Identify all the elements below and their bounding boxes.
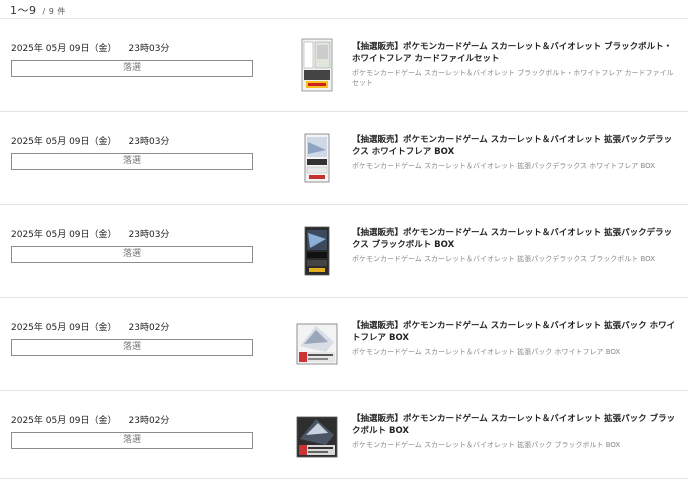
entry-date: 2025年 05月 09日（金） bbox=[11, 137, 117, 147]
product-image[interactable] bbox=[296, 130, 338, 186]
entry-time: 23時03分 bbox=[128, 137, 170, 147]
product-title[interactable]: 【抽選販売】ポケモンカードゲーム スカーレット＆バイオレット 拡張パック ブラッ… bbox=[352, 413, 680, 437]
product-title[interactable]: 【抽選販売】ポケモンカードゲーム スカーレット＆バイオレット 拡張パック ホワイ… bbox=[352, 320, 680, 344]
product-title[interactable]: 【抽選販売】ポケモンカードゲーム スカーレット＆バイオレット ブラックボルト・ホ… bbox=[352, 41, 680, 65]
result-status-box: 落選 bbox=[11, 246, 253, 263]
entry-date: 2025年 05月 09日（金） bbox=[11, 416, 117, 426]
entry-time: 23時03分 bbox=[128, 230, 170, 240]
list-item: 2025年 05月 09日（金） 23時03分 落選 【抽選販売】ポケモンカードゲ… bbox=[0, 18, 688, 111]
product-image[interactable] bbox=[296, 409, 338, 465]
entry-date: 2025年 05月 09日（金） bbox=[11, 323, 117, 333]
entry-datetime: 2025年 05月 09日（金） 23時03分 bbox=[11, 134, 169, 147]
list-item: 2025年 05月 09日（金） 23時02分 落選 【抽選販売】ポケモンカードゲ… bbox=[0, 297, 688, 390]
product-info: 【抽選販売】ポケモンカードゲーム スカーレット＆バイオレット 拡張パック ブラッ… bbox=[352, 413, 680, 450]
list-divider bbox=[0, 478, 688, 479]
list-item: 2025年 05月 09日（金） 23時02分 落選 【抽選販売】ポケモンカードゲ… bbox=[0, 390, 688, 483]
product-info: 【抽選販売】ポケモンカードゲーム スカーレット＆バイオレット 拡張パック ホワイ… bbox=[352, 320, 680, 357]
product-image[interactable] bbox=[296, 223, 338, 279]
product-subtitle: ポケモンカードゲーム スカーレット＆バイオレット 拡張パック ブラックボルト B… bbox=[352, 441, 621, 449]
entry-datetime: 2025年 05月 09日（金） 23時02分 bbox=[11, 413, 169, 426]
result-status-box: 落選 bbox=[11, 60, 253, 77]
result-status-box: 落選 bbox=[11, 432, 253, 449]
result-status-box: 落選 bbox=[11, 339, 253, 356]
entry-date: 2025年 05月 09日（金） bbox=[11, 230, 117, 240]
result-range: 1～9 bbox=[10, 4, 37, 17]
result-count: 1～9 / 9 件 bbox=[10, 2, 66, 18]
entry-time: 23時02分 bbox=[128, 416, 170, 426]
result-total: / 9 件 bbox=[42, 7, 66, 16]
product-info: 【抽選販売】ポケモンカードゲーム スカーレット＆バイオレット ブラックボルト・ホ… bbox=[352, 41, 680, 88]
product-info: 【抽選販売】ポケモンカードゲーム スカーレット＆バイオレット 拡張パックデラック… bbox=[352, 134, 680, 171]
product-image[interactable] bbox=[296, 316, 338, 372]
entry-datetime: 2025年 05月 09日（金） 23時03分 bbox=[11, 41, 169, 54]
product-subtitle: ポケモンカードゲーム スカーレット＆バイオレット 拡張パックデラックス ブラック… bbox=[352, 255, 656, 263]
entry-datetime: 2025年 05月 09日（金） 23時02分 bbox=[11, 320, 169, 333]
entry-time: 23時02分 bbox=[128, 323, 170, 333]
list-item: 2025年 05月 09日（金） 23時03分 落選 【抽選販売】ポケモンカードゲ… bbox=[0, 204, 688, 297]
lottery-history-list: 2025年 05月 09日（金） 23時03分 落選 【抽選販売】ポケモンカードゲ… bbox=[0, 18, 688, 483]
product-image[interactable] bbox=[296, 37, 338, 93]
list-item: 2025年 05月 09日（金） 23時03分 落選 【抽選販売】ポケモンカードゲ… bbox=[0, 111, 688, 204]
product-subtitle: ポケモンカードゲーム スカーレット＆バイオレット 拡張パック ホワイトフレア B… bbox=[352, 348, 621, 356]
product-subtitle: ポケモンカードゲーム スカーレット＆バイオレット 拡張パックデラックス ホワイト… bbox=[352, 162, 656, 170]
entry-datetime: 2025年 05月 09日（金） 23時03分 bbox=[11, 227, 169, 240]
entry-date: 2025年 05月 09日（金） bbox=[11, 44, 117, 54]
result-status-box: 落選 bbox=[11, 153, 253, 170]
entry-time: 23時03分 bbox=[128, 44, 170, 54]
product-title[interactable]: 【抽選販売】ポケモンカードゲーム スカーレット＆バイオレット 拡張パックデラック… bbox=[352, 227, 680, 251]
product-title[interactable]: 【抽選販売】ポケモンカードゲーム スカーレット＆バイオレット 拡張パックデラック… bbox=[352, 134, 680, 158]
product-info: 【抽選販売】ポケモンカードゲーム スカーレット＆バイオレット 拡張パックデラック… bbox=[352, 227, 680, 264]
product-subtitle: ポケモンカードゲーム スカーレット＆バイオレット ブラックボルト・ホワイトフレア… bbox=[352, 69, 674, 87]
